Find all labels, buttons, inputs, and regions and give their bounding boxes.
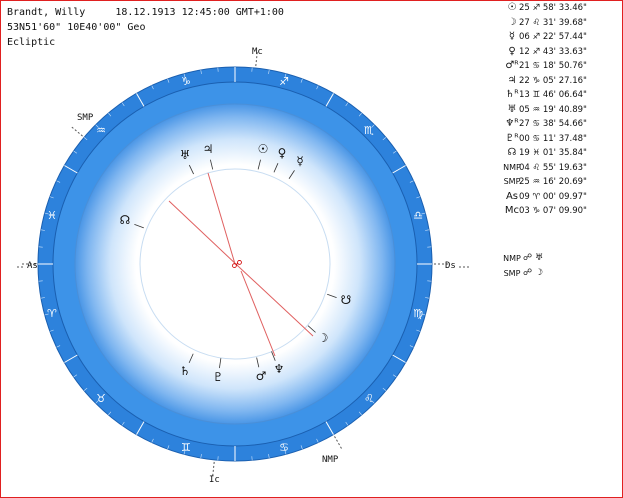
nmp-label: NMP — [322, 455, 339, 465]
as-label: As — [27, 261, 38, 271]
position-value: 00 ♋ 11' 37.48" — [519, 133, 587, 144]
position-value: 12 ♐ 43' 33.63" — [519, 46, 587, 57]
position-value: 06 ♐ 22' 57.44" — [519, 32, 587, 42]
zodiac-glyph: ♊ — [181, 441, 191, 454]
position-row: ☊ 19 ♓ 01' 35.84" — [498, 147, 618, 161]
position-value: 09 ♈ 00' 09.97" — [519, 191, 587, 202]
pluto-icon: ♇ — [213, 370, 224, 384]
moon-icon: ☽ — [318, 331, 329, 345]
opposition-icon: ☍ — [231, 258, 242, 271]
ic-label: Ic — [209, 475, 220, 485]
position-row: ♅ 05 ♒ 19' 40.89" — [498, 104, 618, 118]
position-row: ♇ᴿ 00 ♋ 11' 37.48" — [498, 133, 618, 147]
chart-window: Brandt, Willy 18.12.1913 12:45:00 GMT+1:… — [0, 0, 623, 498]
aspect-row: SMP ☍ ☽ — [498, 268, 618, 282]
zodiac-glyph: ♓ — [47, 209, 57, 222]
mercury-icon: ☿ — [296, 154, 303, 168]
position-row: ♆ᴿ 27 ♋ 38' 54.66" — [498, 118, 618, 132]
position-value: 25 ♒ 16' 20.69" — [519, 177, 587, 187]
zodiac-glyph: ♏ — [364, 124, 374, 137]
position-row: ☽ 27 ♌ 31' 39.68" — [498, 17, 618, 31]
position-value: 27 ♌ 31' 39.68" — [519, 17, 587, 28]
position-row: ♄ᴿ 13 ♊ 46' 06.64" — [498, 89, 618, 103]
aspect-value: ☍ ♅ — [523, 253, 544, 263]
aspect-value: ☍ ☽ — [523, 268, 544, 278]
venus-icon: ♀ — [278, 146, 287, 160]
position-row: ♂ᴿ 21 ♋ 18' 50.76" — [498, 60, 618, 74]
position-row: ☿ 06 ♐ 22' 57.44" — [498, 31, 618, 45]
saturn-icon: ♄ — [180, 364, 191, 378]
node-icon: ☊ — [120, 213, 131, 227]
position-value: 19 ♓ 01' 35.84" — [519, 148, 587, 158]
position-row: ♃ 22 ♑ 05' 27.16" — [498, 75, 618, 89]
position-row: Mc 03 ♑ 07' 09.90" — [498, 205, 618, 219]
position-value: 27 ♋ 38' 54.66" — [519, 119, 587, 129]
neptune-icon: ♆ — [274, 362, 285, 376]
sun-icon: ☉ — [258, 142, 269, 156]
uranus-icon: ♅ — [180, 148, 191, 162]
zodiac-glyph: ♋ — [279, 441, 289, 454]
position-value: 03 ♑ 07' 09.90" — [519, 206, 587, 216]
position-row: NMP 04 ♌ 55' 19.63" — [498, 162, 618, 176]
position-row: SMP 25 ♒ 16' 20.69" — [498, 176, 618, 190]
zodiac-glyph: ♈ — [47, 307, 57, 320]
aspect-point: NMP — [503, 254, 521, 263]
zodiac-glyph: ♍ — [413, 307, 423, 320]
aspect-row: NMP ☍ ♅ — [498, 253, 618, 267]
nmp-axis — [334, 436, 343, 451]
position-value: 22 ♑ 05' 27.16" — [519, 75, 587, 86]
position-value: 05 ♒ 19' 40.89" — [519, 104, 587, 115]
position-value: 13 ♊ 46' 06.64" — [519, 90, 587, 100]
smp-label: SMP — [77, 113, 94, 123]
mc-label: Mc — [252, 47, 263, 57]
zodiac-glyph: ♌ — [364, 392, 374, 405]
zodiac-glyph: ♎ — [413, 209, 423, 222]
mars-icon: ♂ — [256, 369, 267, 383]
zodiac-glyph: ♉ — [96, 392, 106, 405]
smp-axis — [69, 125, 83, 137]
position-value: 25 ♐ 58' 33.46" — [519, 3, 587, 13]
aspect-point: SMP — [503, 269, 521, 278]
node-south-icon: ☋ — [341, 293, 352, 307]
position-row: As 09 ♈ 00' 09.97" — [498, 191, 618, 205]
position-value: 21 ♋ 18' 50.76" — [519, 61, 587, 71]
jupiter-icon: ♃ — [203, 142, 214, 156]
position-row: ☉ 25 ♐ 58' 33.46" — [498, 2, 618, 16]
zodiac-glyph: ♐ — [279, 75, 289, 88]
ds-label: Ds — [445, 261, 456, 271]
zodiac-glyph: ♑ — [181, 75, 191, 88]
zodiac-glyph: ♒ — [96, 124, 106, 137]
position-value: 04 ♌ 55' 19.63" — [519, 162, 587, 173]
position-row: ♀ 12 ♐ 43' 33.63" — [498, 46, 618, 60]
